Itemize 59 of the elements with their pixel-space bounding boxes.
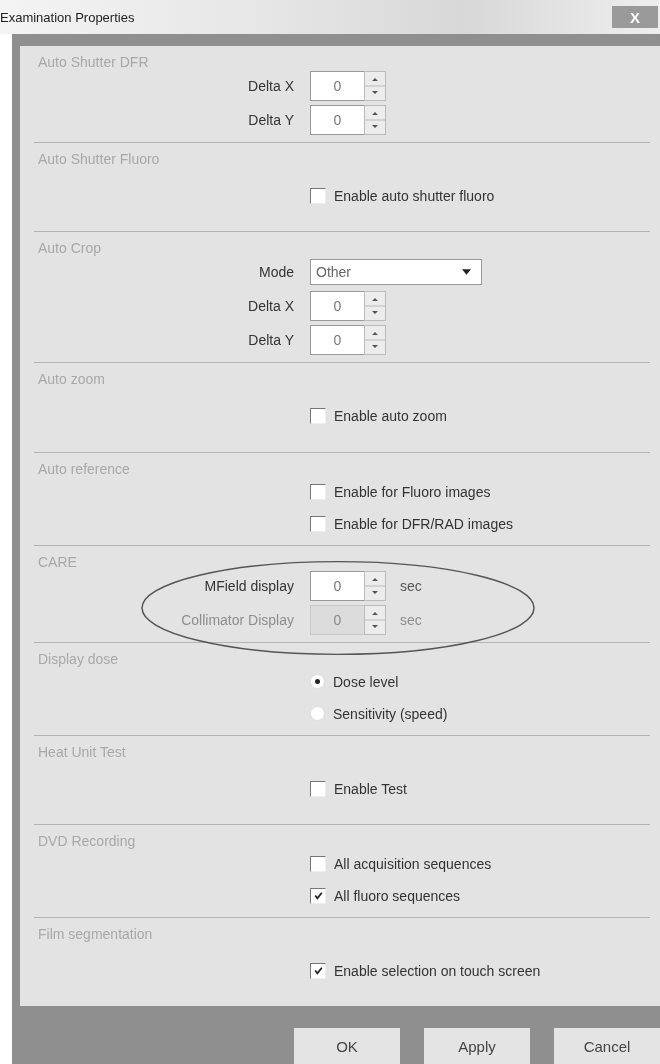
section-title: Auto reference <box>38 460 130 477</box>
close-button[interactable]: X <box>612 6 658 28</box>
section-title: Auto zoom <box>38 371 105 388</box>
section-title: Display dose <box>38 650 119 667</box>
dialog-button[interactable]: Apply <box>424 1028 530 1064</box>
spin-arrows-icon[interactable] <box>364 291 386 322</box>
checkbox-label: Enable for DFR/RAD images <box>334 515 513 532</box>
radio-label: Dose level <box>333 673 399 690</box>
unit-label: sec <box>400 577 422 594</box>
field-label: Mode <box>257 264 295 281</box>
spin-arrows-icon[interactable] <box>364 570 386 601</box>
checkbox[interactable] <box>310 408 326 425</box>
checkbox-label: Enable auto zoom <box>334 408 447 425</box>
checkbox[interactable] <box>310 855 326 872</box>
section-title: Auto Shutter Fluoro <box>38 151 160 167</box>
checkmark-icon <box>312 890 324 902</box>
checkbox-label: Enable auto shutter fluoro <box>334 188 495 205</box>
caret-icon <box>462 269 471 276</box>
checkmark-icon <box>312 965 324 977</box>
unit-label: sec <box>400 611 422 628</box>
section-title: DVD Recording <box>38 832 136 849</box>
checkbox[interactable] <box>310 887 326 904</box>
window-title: Examination Properties <box>0 9 135 25</box>
spinner-field[interactable]: 0 <box>310 291 386 322</box>
checkbox-label: Enable Test <box>334 780 407 797</box>
checkbox[interactable] <box>310 515 326 532</box>
dialog-button[interactable]: OK <box>294 1028 400 1064</box>
field-label: Delta Y <box>247 332 295 349</box>
checkbox[interactable] <box>310 188 326 205</box>
spin-arrows-icon[interactable] <box>364 325 386 356</box>
spinner-field[interactable]: 0 <box>310 325 386 356</box>
field-label: Collimator Display <box>180 611 295 628</box>
section-title: Heat Unit Test <box>38 743 126 760</box>
checkbox[interactable] <box>310 780 326 797</box>
checkbox[interactable] <box>310 483 326 500</box>
checkbox-label: All acquisition sequences <box>334 855 492 872</box>
radio-label: Sensitivity (speed) <box>333 705 448 722</box>
checkbox[interactable] <box>310 962 326 979</box>
spinner-field[interactable]: 0 <box>310 570 386 601</box>
field-label: Delta X <box>247 78 295 94</box>
checkbox-label: Enable selection on touch screen <box>334 962 541 979</box>
spin-arrows-icon[interactable] <box>364 71 386 101</box>
radio-button[interactable] <box>310 674 325 689</box>
checkbox-label: Enable for Fluoro images <box>334 483 491 500</box>
spinner-field[interactable]: 0 <box>310 71 386 101</box>
spin-arrows-icon[interactable] <box>364 604 386 635</box>
section-title: Auto Shutter DFR <box>38 54 149 70</box>
spin-arrows-icon[interactable] <box>364 105 386 135</box>
field-label: Delta X <box>247 298 295 315</box>
dialog-button[interactable]: Cancel <box>554 1028 660 1064</box>
mode-dropdown[interactable]: Other <box>310 259 482 286</box>
section-title: CARE <box>38 553 77 570</box>
spinner-field[interactable]: 0 <box>310 105 386 135</box>
field-label: MField display <box>203 577 295 594</box>
radio-button[interactable] <box>310 706 325 721</box>
checkbox-label: All fluoro sequences <box>334 887 461 904</box>
section-title: Auto Crop <box>38 240 102 257</box>
field-label: Delta Y <box>247 112 295 128</box>
section-title: Film segmentation <box>38 925 153 942</box>
